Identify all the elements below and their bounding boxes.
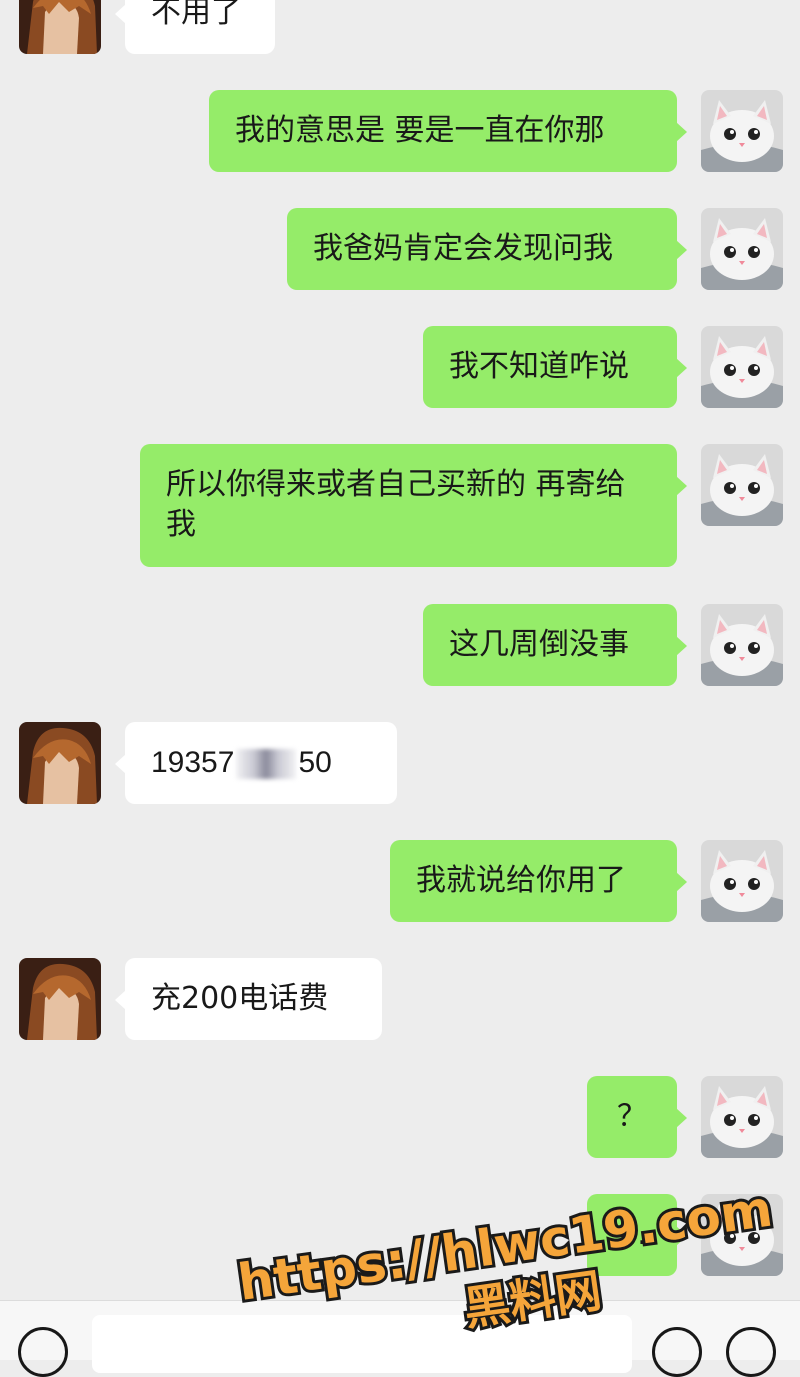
voice-icon[interactable] bbox=[18, 1327, 68, 1377]
my-avatar[interactable] bbox=[701, 840, 783, 922]
message-bubble[interactable]: 我就说给你用了 bbox=[390, 840, 687, 922]
my-avatar[interactable] bbox=[701, 604, 783, 686]
message-bubble[interactable]: 我不知道咋说 bbox=[423, 326, 687, 408]
contact-avatar[interactable] bbox=[19, 722, 101, 804]
message-bubble[interactable]: 这几周倒没事 bbox=[423, 604, 687, 686]
message-text: 我就说给你用了 bbox=[416, 863, 626, 898]
message-bubble[interactable]: ？ bbox=[587, 1076, 687, 1158]
message-bubble[interactable]: 我的意思是 要是一直在你那 bbox=[209, 90, 687, 172]
message-bubble[interactable]: 充200电话费 bbox=[115, 958, 382, 1040]
message-text: 我的意思是 要是一直在你那 bbox=[235, 113, 605, 148]
my-avatar[interactable] bbox=[701, 90, 783, 172]
message-text: ？ bbox=[617, 1099, 647, 1134]
message-bubble[interactable]: 不用了 bbox=[115, 0, 275, 54]
my-avatar[interactable] bbox=[701, 1076, 783, 1158]
message-text: 所以你得来或者自己买新的 再寄给我 bbox=[166, 467, 626, 542]
chat-input-bar bbox=[0, 1300, 800, 1377]
message-text: 不用了 bbox=[151, 0, 241, 30]
message-input[interactable] bbox=[92, 1315, 632, 1373]
message-bubble[interactable]: … bbox=[587, 1194, 687, 1276]
chat-area[interactable]: 不用了 我的意思是 要是一直在你那 我爸妈肯定会发现问我 我不知道咋说 所以你得… bbox=[0, 0, 800, 1300]
contact-avatar[interactable] bbox=[19, 0, 101, 54]
emoji-icon[interactable] bbox=[652, 1327, 702, 1377]
my-avatar[interactable] bbox=[701, 444, 783, 526]
message-text: … bbox=[617, 1217, 647, 1252]
plus-icon[interactable] bbox=[726, 1327, 776, 1377]
message-text: 我爸妈肯定会发现问我 bbox=[313, 231, 613, 266]
message-text: 这几周倒没事 bbox=[449, 627, 629, 662]
message-bubble[interactable]: 所以你得来或者自己买新的 再寄给我 bbox=[140, 444, 687, 567]
my-avatar[interactable] bbox=[701, 1194, 783, 1276]
my-avatar[interactable] bbox=[701, 208, 783, 290]
message-bubble[interactable]: 我爸妈肯定会发现问我 bbox=[287, 208, 687, 290]
my-avatar[interactable] bbox=[701, 326, 783, 408]
message-text: 我不知道咋说 bbox=[449, 349, 629, 384]
message-bubble[interactable]: 19357 50 bbox=[115, 722, 397, 804]
message-text: 19357 bbox=[151, 746, 235, 779]
contact-avatar[interactable] bbox=[19, 958, 101, 1040]
message-text: 50 bbox=[298, 746, 332, 779]
message-text: 充200电话费 bbox=[151, 981, 329, 1016]
redacted-blur bbox=[236, 749, 297, 780]
